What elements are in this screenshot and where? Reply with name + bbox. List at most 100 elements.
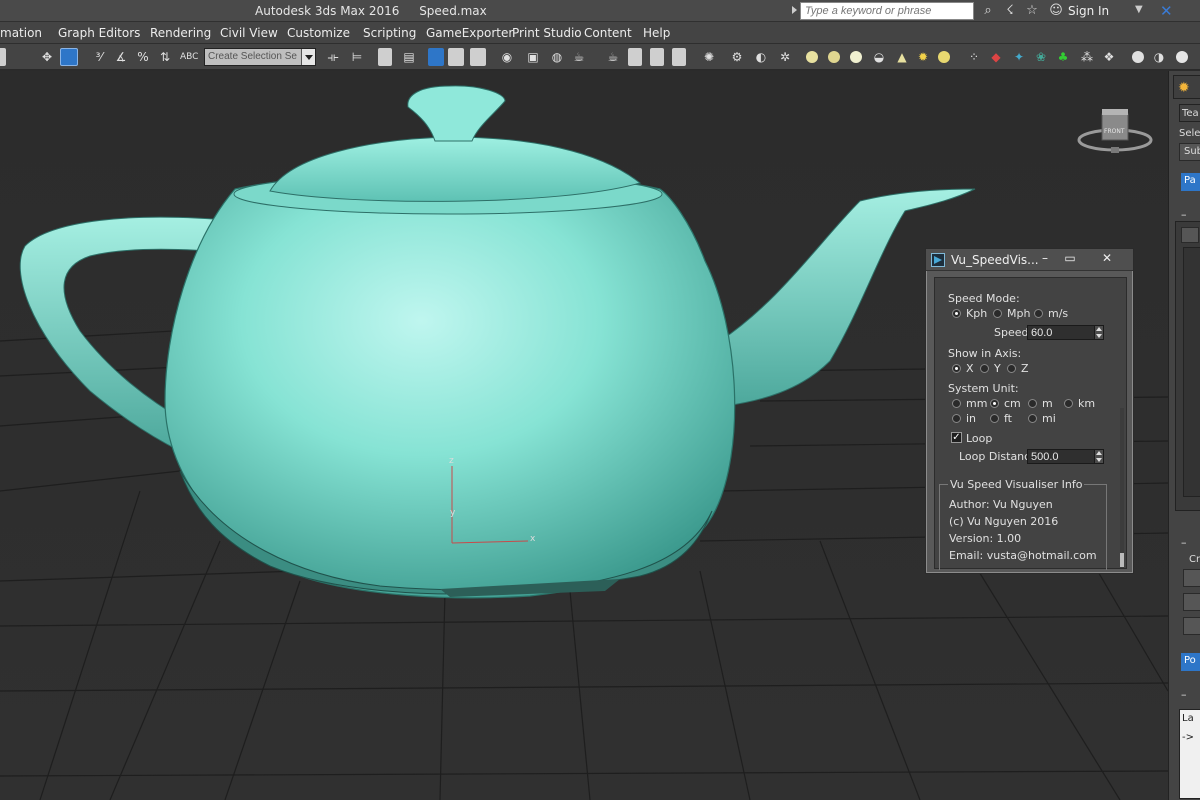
- close-button[interactable]: ✕: [1096, 251, 1118, 267]
- radio-unit-in[interactable]: [952, 414, 961, 423]
- cloth-icon[interactable]: ✦: [1010, 48, 1028, 66]
- menu-customize[interactable]: Customize: [287, 26, 350, 40]
- environment-icon[interactable]: [1132, 51, 1144, 63]
- rendered-frame-window-icon[interactable]: ◍: [548, 48, 566, 66]
- radio-unit-km[interactable]: [1064, 399, 1073, 408]
- effects-icon[interactable]: ◑: [1150, 48, 1168, 66]
- pin-stack-icon[interactable]: [1181, 227, 1199, 243]
- menu-animation[interactable]: mation: [0, 26, 42, 40]
- render-production-icon[interactable]: ☕: [570, 48, 588, 66]
- minimize-button[interactable]: –: [1034, 251, 1056, 267]
- helper-icon[interactable]: ⚙: [728, 48, 746, 66]
- select-object-icon[interactable]: [0, 48, 6, 66]
- sphere-light-icon[interactable]: [1176, 51, 1188, 63]
- pyramid-icon[interactable]: [938, 51, 950, 63]
- radio-unit-m[interactable]: [1028, 399, 1037, 408]
- menu-print-studio[interactable]: Print Studio: [512, 26, 582, 40]
- menu-rendering[interactable]: Rendering: [150, 26, 211, 40]
- loop-checkbox[interactable]: ✓: [951, 432, 962, 443]
- radio-kph[interactable]: [952, 309, 961, 318]
- particle-icon[interactable]: ⁘: [965, 48, 983, 66]
- teapot-render-icon[interactable]: ☕: [604, 48, 622, 66]
- modifier-list[interactable]: [1183, 247, 1200, 497]
- exchange-apps-icon[interactable]: ✕: [1160, 2, 1173, 20]
- dynamics-icon[interactable]: ◆: [987, 48, 1005, 66]
- tube-icon[interactable]: ◒: [870, 48, 888, 66]
- maximize-button[interactable]: ▭: [1059, 251, 1081, 267]
- communication-center-icon[interactable]: ☇: [1002, 3, 1018, 19]
- sphere-icon[interactable]: [806, 51, 818, 63]
- particle-flow-icon[interactable]: ⁂: [1078, 48, 1096, 66]
- align-icon[interactable]: ⊨: [348, 48, 366, 66]
- radio-unit-cm[interactable]: [990, 399, 999, 408]
- rollout-collapse-icon-2[interactable]: –: [1181, 536, 1187, 549]
- schematic-view-icon[interactable]: [470, 48, 486, 66]
- cone-icon[interactable]: ▲: [893, 48, 911, 66]
- dialog-scrollbar-thumb[interactable]: [1120, 553, 1124, 567]
- rollout-button-2[interactable]: [1183, 593, 1200, 611]
- curve-editor-icon[interactable]: [448, 48, 464, 66]
- render-setup-icon[interactable]: ▣: [524, 48, 542, 66]
- radio-axis-z[interactable]: [1007, 364, 1016, 373]
- menu-content[interactable]: Content: [584, 26, 632, 40]
- percent-snap-icon[interactable]: %: [134, 48, 152, 66]
- spinner-arrows-icon[interactable]: [1094, 326, 1103, 339]
- menu-gameexporter[interactable]: GameExporter: [426, 26, 513, 40]
- object-name-field[interactable]: Tea: [1179, 104, 1200, 122]
- systems-icon[interactable]: ✲: [776, 48, 794, 66]
- render-region-icon[interactable]: [672, 48, 686, 66]
- sign-in-link[interactable]: Sign In: [1068, 4, 1109, 18]
- user-icon[interactable]: ☺: [1048, 3, 1064, 19]
- radio-ms[interactable]: [1034, 309, 1043, 318]
- menu-scripting[interactable]: Scripting: [363, 26, 416, 40]
- foliage-icon[interactable]: ♣: [1054, 48, 1072, 66]
- hair-icon[interactable]: ❀: [1032, 48, 1050, 66]
- rollout-button-1[interactable]: [1183, 569, 1200, 587]
- rollout-collapse-icon-3[interactable]: –: [1181, 688, 1187, 701]
- radio-axis-y[interactable]: [980, 364, 989, 373]
- geosphere-icon[interactable]: [828, 51, 840, 63]
- render-frame-icon[interactable]: [628, 48, 642, 66]
- radio-unit-ft[interactable]: [990, 414, 999, 423]
- toggle-ribbon-icon[interactable]: ▤: [400, 48, 418, 66]
- dialog-title-bar[interactable]: Vu_SpeedVis... – ▭ ✕: [926, 249, 1133, 271]
- rollout-collapse-icon[interactable]: –: [1181, 208, 1187, 221]
- radio-unit-mm[interactable]: [952, 399, 961, 408]
- light-icon[interactable]: ✺: [700, 48, 718, 66]
- render-iterative-icon[interactable]: [650, 48, 664, 66]
- radio-mph[interactable]: [993, 309, 1002, 318]
- select-move-icon[interactable]: ✥: [38, 48, 56, 66]
- scene-explorer-icon[interactable]: [428, 48, 444, 66]
- search-expand-icon[interactable]: [792, 6, 797, 14]
- binoculars-icon[interactable]: ⌕: [980, 3, 996, 19]
- create-tab[interactable]: ✹: [1173, 75, 1200, 99]
- edit-named-selection-icon[interactable]: ABC: [180, 48, 198, 66]
- sun-icon[interactable]: ✹: [914, 48, 932, 66]
- position-button[interactable]: Po: [1181, 653, 1200, 671]
- dropdown-arrow-icon[interactable]: [301, 49, 315, 65]
- material-editor-icon[interactable]: ◉: [498, 48, 516, 66]
- space-warp-icon[interactable]: ◐: [752, 48, 770, 66]
- radio-unit-mi[interactable]: [1028, 414, 1037, 423]
- window-crossing-icon[interactable]: [60, 48, 78, 66]
- dialog-scrollbar[interactable]: [1120, 408, 1124, 568]
- sub-object-dropdown[interactable]: Sub: [1179, 143, 1200, 161]
- mass-fx-icon[interactable]: ❖: [1100, 48, 1118, 66]
- angle-snap-icon[interactable]: ∡: [112, 48, 130, 66]
- sign-in-dropdown-icon[interactable]: ▼: [1135, 4, 1143, 15]
- menu-civil-view[interactable]: Civil View: [220, 26, 278, 40]
- torus-icon[interactable]: [850, 51, 862, 63]
- search-input[interactable]: Type a keyword or phrase: [800, 2, 974, 20]
- layer-explorer-icon[interactable]: [378, 48, 392, 66]
- rollout-button-3[interactable]: [1183, 617, 1200, 635]
- loop-distance-spinner[interactable]: 500.0: [1027, 449, 1104, 464]
- parameters-button[interactable]: Pa: [1181, 173, 1200, 191]
- snaps-toggle-icon[interactable]: ³⁄: [90, 48, 108, 66]
- mirror-icon[interactable]: ⟛: [324, 48, 342, 66]
- spinner-snap-icon[interactable]: ⇅: [156, 48, 174, 66]
- named-selection-set-dropdown[interactable]: Create Selection Se: [204, 48, 316, 66]
- favorites-star-icon[interactable]: ☆: [1024, 3, 1040, 19]
- viewcube[interactable]: FRONT: [1076, 106, 1154, 162]
- radio-axis-x[interactable]: [952, 364, 961, 373]
- spinner-arrows-icon-2[interactable]: [1094, 450, 1103, 463]
